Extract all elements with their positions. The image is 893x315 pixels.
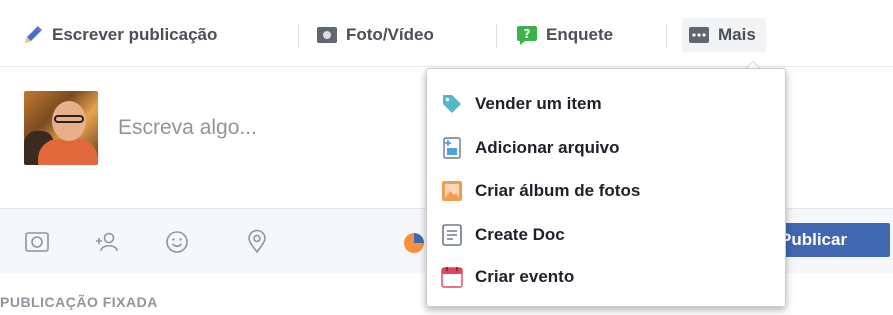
composer-tabs: Escrever publicação Foto/Vídeo ? Enquete — [0, 0, 893, 68]
tab-photo-video-label: Foto/Vídeo — [346, 25, 434, 44]
camera-photo-icon — [316, 24, 338, 46]
menu-item-sell[interactable]: Vender um item — [441, 89, 771, 119]
add-file-icon — [441, 137, 463, 159]
tab-divider — [298, 24, 299, 48]
menu-item-add-file[interactable]: Adicionar arquivo — [441, 133, 771, 163]
menu-item-label: Vender um item — [475, 94, 602, 113]
photo-album-icon — [441, 180, 463, 202]
post-text-input[interactable]: Escreva algo... — [118, 116, 257, 140]
doc-icon — [441, 224, 463, 246]
more-icon — [688, 24, 710, 46]
tag-friends-icon[interactable] — [94, 229, 120, 255]
tab-divider — [666, 24, 667, 48]
tab-more-label: Mais — [718, 25, 756, 44]
poll-icon: ? — [516, 24, 538, 46]
pencil-icon — [22, 24, 44, 46]
tab-poll[interactable]: ? Enquete — [516, 18, 613, 52]
tab-write-post[interactable]: Escrever publicação — [22, 18, 217, 52]
menu-item-label: Criar álbum de fotos — [475, 181, 641, 200]
menu-item-create-event[interactable]: Criar evento — [441, 262, 771, 292]
menu-item-label: Criar evento — [475, 267, 575, 286]
tab-photo-video[interactable]: Foto/Vídeo — [316, 18, 434, 52]
menu-item-label: Adicionar arquivo — [475, 138, 620, 157]
tab-poll-label: Enquete — [546, 25, 614, 44]
tag-icon — [441, 93, 463, 115]
menu-item-create-album[interactable]: Criar álbum de fotos — [441, 176, 771, 206]
tab-divider — [496, 24, 497, 48]
more-dropdown-menu: Vender um item Adicionar arquivo Criar á… — [426, 68, 786, 307]
svg-text:?: ? — [524, 27, 531, 41]
avatar — [24, 91, 98, 165]
tab-more[interactable]: Mais — [682, 18, 766, 52]
menu-item-label: Create Doc — [475, 225, 565, 244]
camera-icon[interactable] — [24, 229, 50, 255]
pinned-post-heading: PUBLICAÇÃO FIXADA — [0, 294, 158, 310]
audience-icon[interactable] — [404, 233, 424, 253]
emoji-icon[interactable] — [164, 229, 190, 255]
tab-write-post-label: Escrever publicação — [52, 25, 218, 44]
calendar-icon — [441, 266, 463, 288]
location-icon[interactable] — [244, 229, 270, 255]
menu-item-create-doc[interactable]: Create Doc — [441, 220, 771, 250]
